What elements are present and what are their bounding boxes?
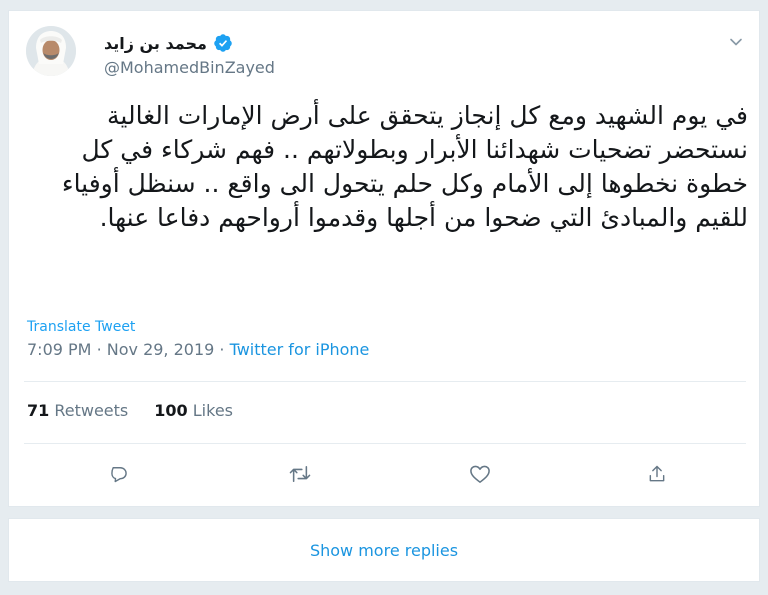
tweet-stats: 71 Retweets 100 Likes [27, 401, 233, 420]
reply-icon[interactable] [104, 459, 134, 489]
avatar[interactable] [26, 26, 76, 76]
meta-separator: · [96, 340, 102, 359]
likes-label: Likes [192, 401, 233, 420]
meta-separator: · [219, 340, 225, 359]
tweet-actions [9, 459, 761, 489]
show-more-replies-link[interactable]: Show more replies [310, 541, 458, 560]
retweets-stat[interactable]: 71 Retweets [27, 401, 128, 420]
likes-stat[interactable]: 100 Likes [154, 401, 233, 420]
share-icon[interactable] [642, 459, 672, 489]
retweet-icon[interactable] [285, 459, 315, 489]
tweet-text: في يوم الشهيد ومع كل إنجاز يتحقق على أرض… [61, 101, 748, 232]
verified-badge-icon [213, 33, 233, 53]
chevron-down-icon[interactable] [725, 31, 747, 53]
translate-tweet-link[interactable]: Translate Tweet [27, 319, 135, 335]
divider [24, 443, 746, 444]
author-handle[interactable]: @MohamedBinZayed [104, 58, 275, 77]
tweet-time[interactable]: 7:09 PM [27, 340, 91, 359]
show-more-replies-bar[interactable]: Show more replies [8, 518, 760, 582]
author-name-row[interactable]: محمد بن زايد [104, 33, 233, 53]
profile-photo [26, 26, 76, 76]
author-display-name[interactable]: محمد بن زايد [104, 34, 207, 53]
likes-count: 100 [154, 401, 188, 420]
tweet-card: محمد بن زايد @MohamedBinZayed في يوم الش… [8, 10, 760, 507]
like-icon[interactable] [465, 459, 495, 489]
tweet-source-link[interactable]: Twitter for iPhone [230, 340, 370, 359]
retweets-count: 71 [27, 401, 50, 420]
tweet-date[interactable]: Nov 29, 2019 [107, 340, 215, 359]
retweets-label: Retweets [54, 401, 129, 420]
divider [24, 381, 746, 382]
tweet-meta: 7:09 PM · Nov 29, 2019 · Twitter for iPh… [27, 340, 369, 359]
